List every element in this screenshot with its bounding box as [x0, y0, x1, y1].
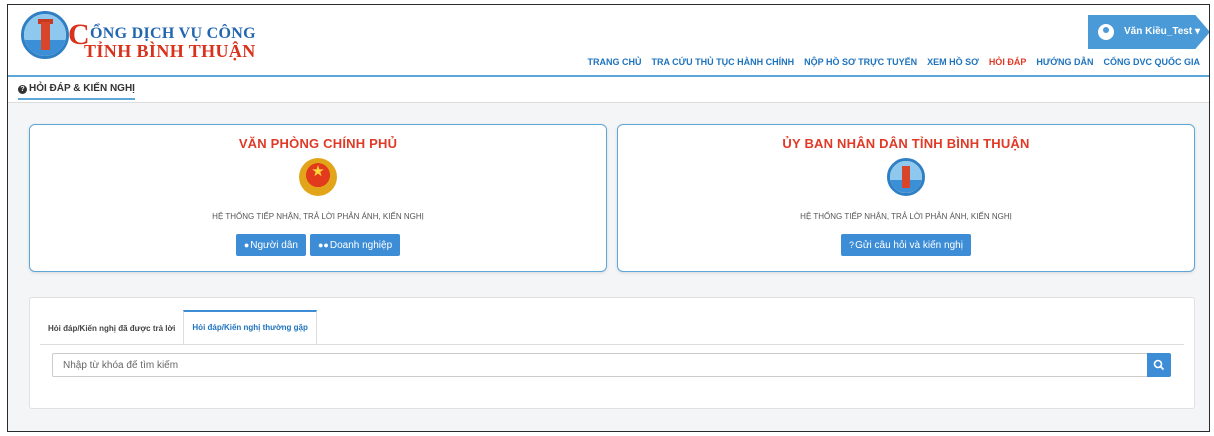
- logo-subtitle[interactable]: TỈNH BÌNH THUẬN: [84, 41, 256, 62]
- government-office-card: VĂN PHÒNG CHÍNH PHỦ ★ HỆ THỐNG TIẾP NHẬN…: [29, 124, 607, 272]
- province-emblem-icon: [887, 158, 925, 196]
- browser-frame: CỔNG DỊCH VỤ CÔNG TỈNH BÌNH THUẬN Văn Ki…: [7, 4, 1210, 432]
- national-emblem-icon: ★: [299, 158, 337, 196]
- citizen-button[interactable]: ●Người dân: [235, 234, 306, 256]
- user-avatar-icon: [1098, 24, 1114, 40]
- provincial-committee-card: ỦY BAN NHÂN DÂN TỈNH BÌNH THUẬN HỆ THỐNG…: [617, 124, 1195, 272]
- province-logo-icon[interactable]: [21, 11, 69, 59]
- nav-procedure-lookup[interactable]: TRA CỨU THỦ TỤC HÀNH CHÍNH: [652, 57, 795, 67]
- question-circle-icon: ?: [18, 85, 27, 94]
- main-nav: TRANG CHỦ TRA CỨU THỦ TỤC HÀNH CHÍNH NỘP…: [588, 57, 1201, 67]
- user-menu-button[interactable]: Văn Kiều_Test ▾: [1088, 15, 1209, 49]
- search-input[interactable]: [52, 353, 1148, 377]
- search-icon: [1153, 359, 1165, 371]
- user-caret-icon: ▾: [1194, 26, 1200, 37]
- tab-common[interactable]: Hỏi đáp/Kiến nghị thường gặp: [183, 310, 317, 344]
- users-icon: ●●: [318, 240, 329, 250]
- question-circle-icon: ?: [849, 240, 855, 250]
- user-name: Văn Kiều_Test: [1124, 26, 1193, 37]
- page-title: HỎI ĐÁP & KIẾN NGHỊ: [29, 83, 135, 94]
- site-header: CỔNG DỊCH VỤ CÔNG TỈNH BÌNH THUẬN Văn Ki…: [8, 5, 1209, 77]
- provincial-committee-title: ỦY BAN NHÂN DÂN TỈNH BÌNH THUẬN: [782, 136, 1030, 151]
- government-office-title: VĂN PHÒNG CHÍNH PHỦ: [238, 136, 398, 151]
- nav-guide[interactable]: HƯỚNG DẪN: [1036, 57, 1093, 67]
- submit-question-button[interactable]: ?Gửi câu hỏi và kiến nghị: [841, 234, 971, 256]
- nav-national-portal[interactable]: CỔNG DVC QUỐC GIA: [1103, 57, 1200, 67]
- tab-answered[interactable]: Hỏi đáp/Kiến nghị đã được trả lời: [40, 314, 183, 344]
- user-icon: ●: [243, 240, 250, 250]
- nav-online-submission[interactable]: NỘP HỒ SƠ TRỰC TUYẾN: [804, 57, 917, 67]
- provincial-committee-subtitle: HỆ THỐNG TIẾP NHẬN, TRẢ LỜI PHẢN ÁNH, KI…: [800, 212, 1012, 221]
- government-office-subtitle: HỆ THỐNG TIẾP NHẬN, TRẢ LỜI PHẢN ÁNH, KI…: [212, 212, 424, 221]
- nav-view-records[interactable]: XEM HỒ SƠ: [927, 57, 979, 67]
- page-tab-bar: ? HỎI ĐÁP & KIẾN NGHỊ: [8, 77, 1209, 103]
- search-button[interactable]: [1147, 353, 1171, 377]
- nav-home[interactable]: TRANG CHỦ: [588, 57, 642, 67]
- faq-panel: Hỏi đáp/Kiến nghị đã được trả lời Hỏi đá…: [29, 297, 1195, 409]
- business-button[interactable]: ●●Doanh nghiệp: [310, 234, 401, 256]
- nav-faq[interactable]: HỎI ĐÁP: [989, 57, 1027, 67]
- page-title-tab[interactable]: ? HỎI ĐÁP & KIẾN NGHỊ: [18, 83, 135, 100]
